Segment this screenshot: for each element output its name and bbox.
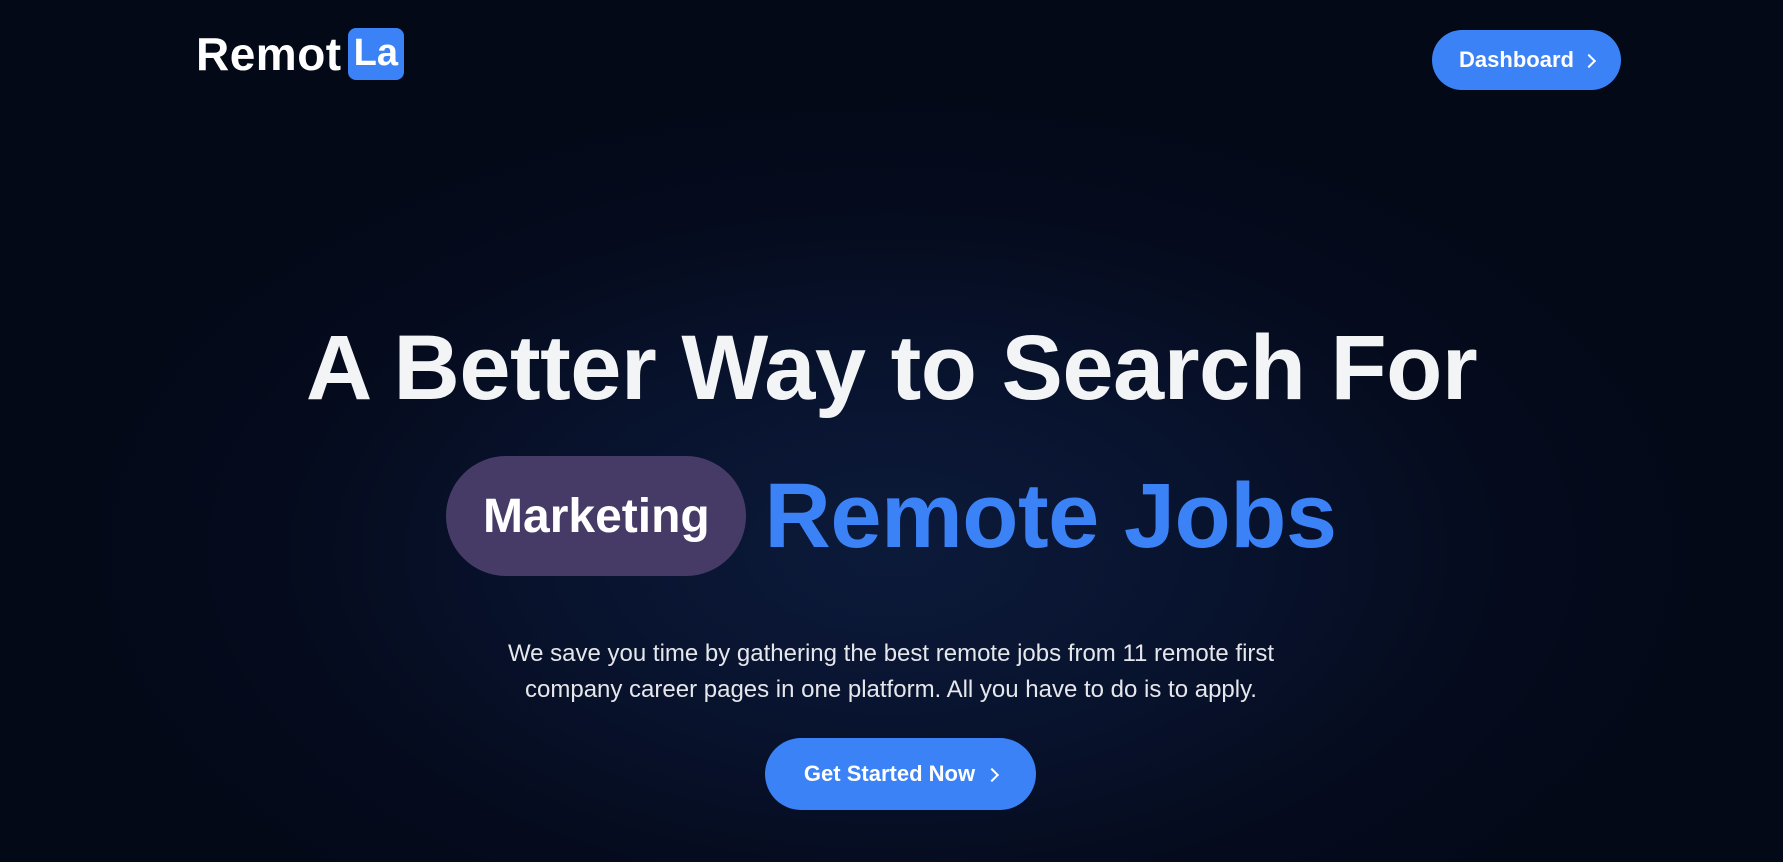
hero-description-line-1: We save you time by gathering the best r… — [507, 640, 1275, 667]
category-pill: Marketing — [446, 456, 747, 576]
hero-description-line-2: company career pages in one platform. Al… — [525, 676, 1257, 703]
accent-text: Remote Jobs — [764, 465, 1337, 567]
get-started-label: Get Started Now — [803, 761, 976, 786]
logo[interactable]: Remot La — [196, 27, 404, 81]
chevron-right-icon — [1581, 53, 1597, 68]
hero-subheadline: Marketing Remote Jobs — [0, 456, 1783, 576]
hero-headline: A Better Way to Search For — [305, 317, 1478, 419]
logo-text: Remot — [196, 28, 342, 80]
hero-description: We save you time by gathering the best r… — [391, 636, 1391, 708]
chevron-right-icon — [984, 767, 1000, 782]
logo-badge: La — [347, 28, 404, 80]
get-started-button[interactable]: Get Started Now — [765, 738, 1036, 810]
dashboard-button-label: Dashboard — [1459, 47, 1574, 72]
dashboard-button[interactable]: Dashboard — [1432, 30, 1621, 90]
